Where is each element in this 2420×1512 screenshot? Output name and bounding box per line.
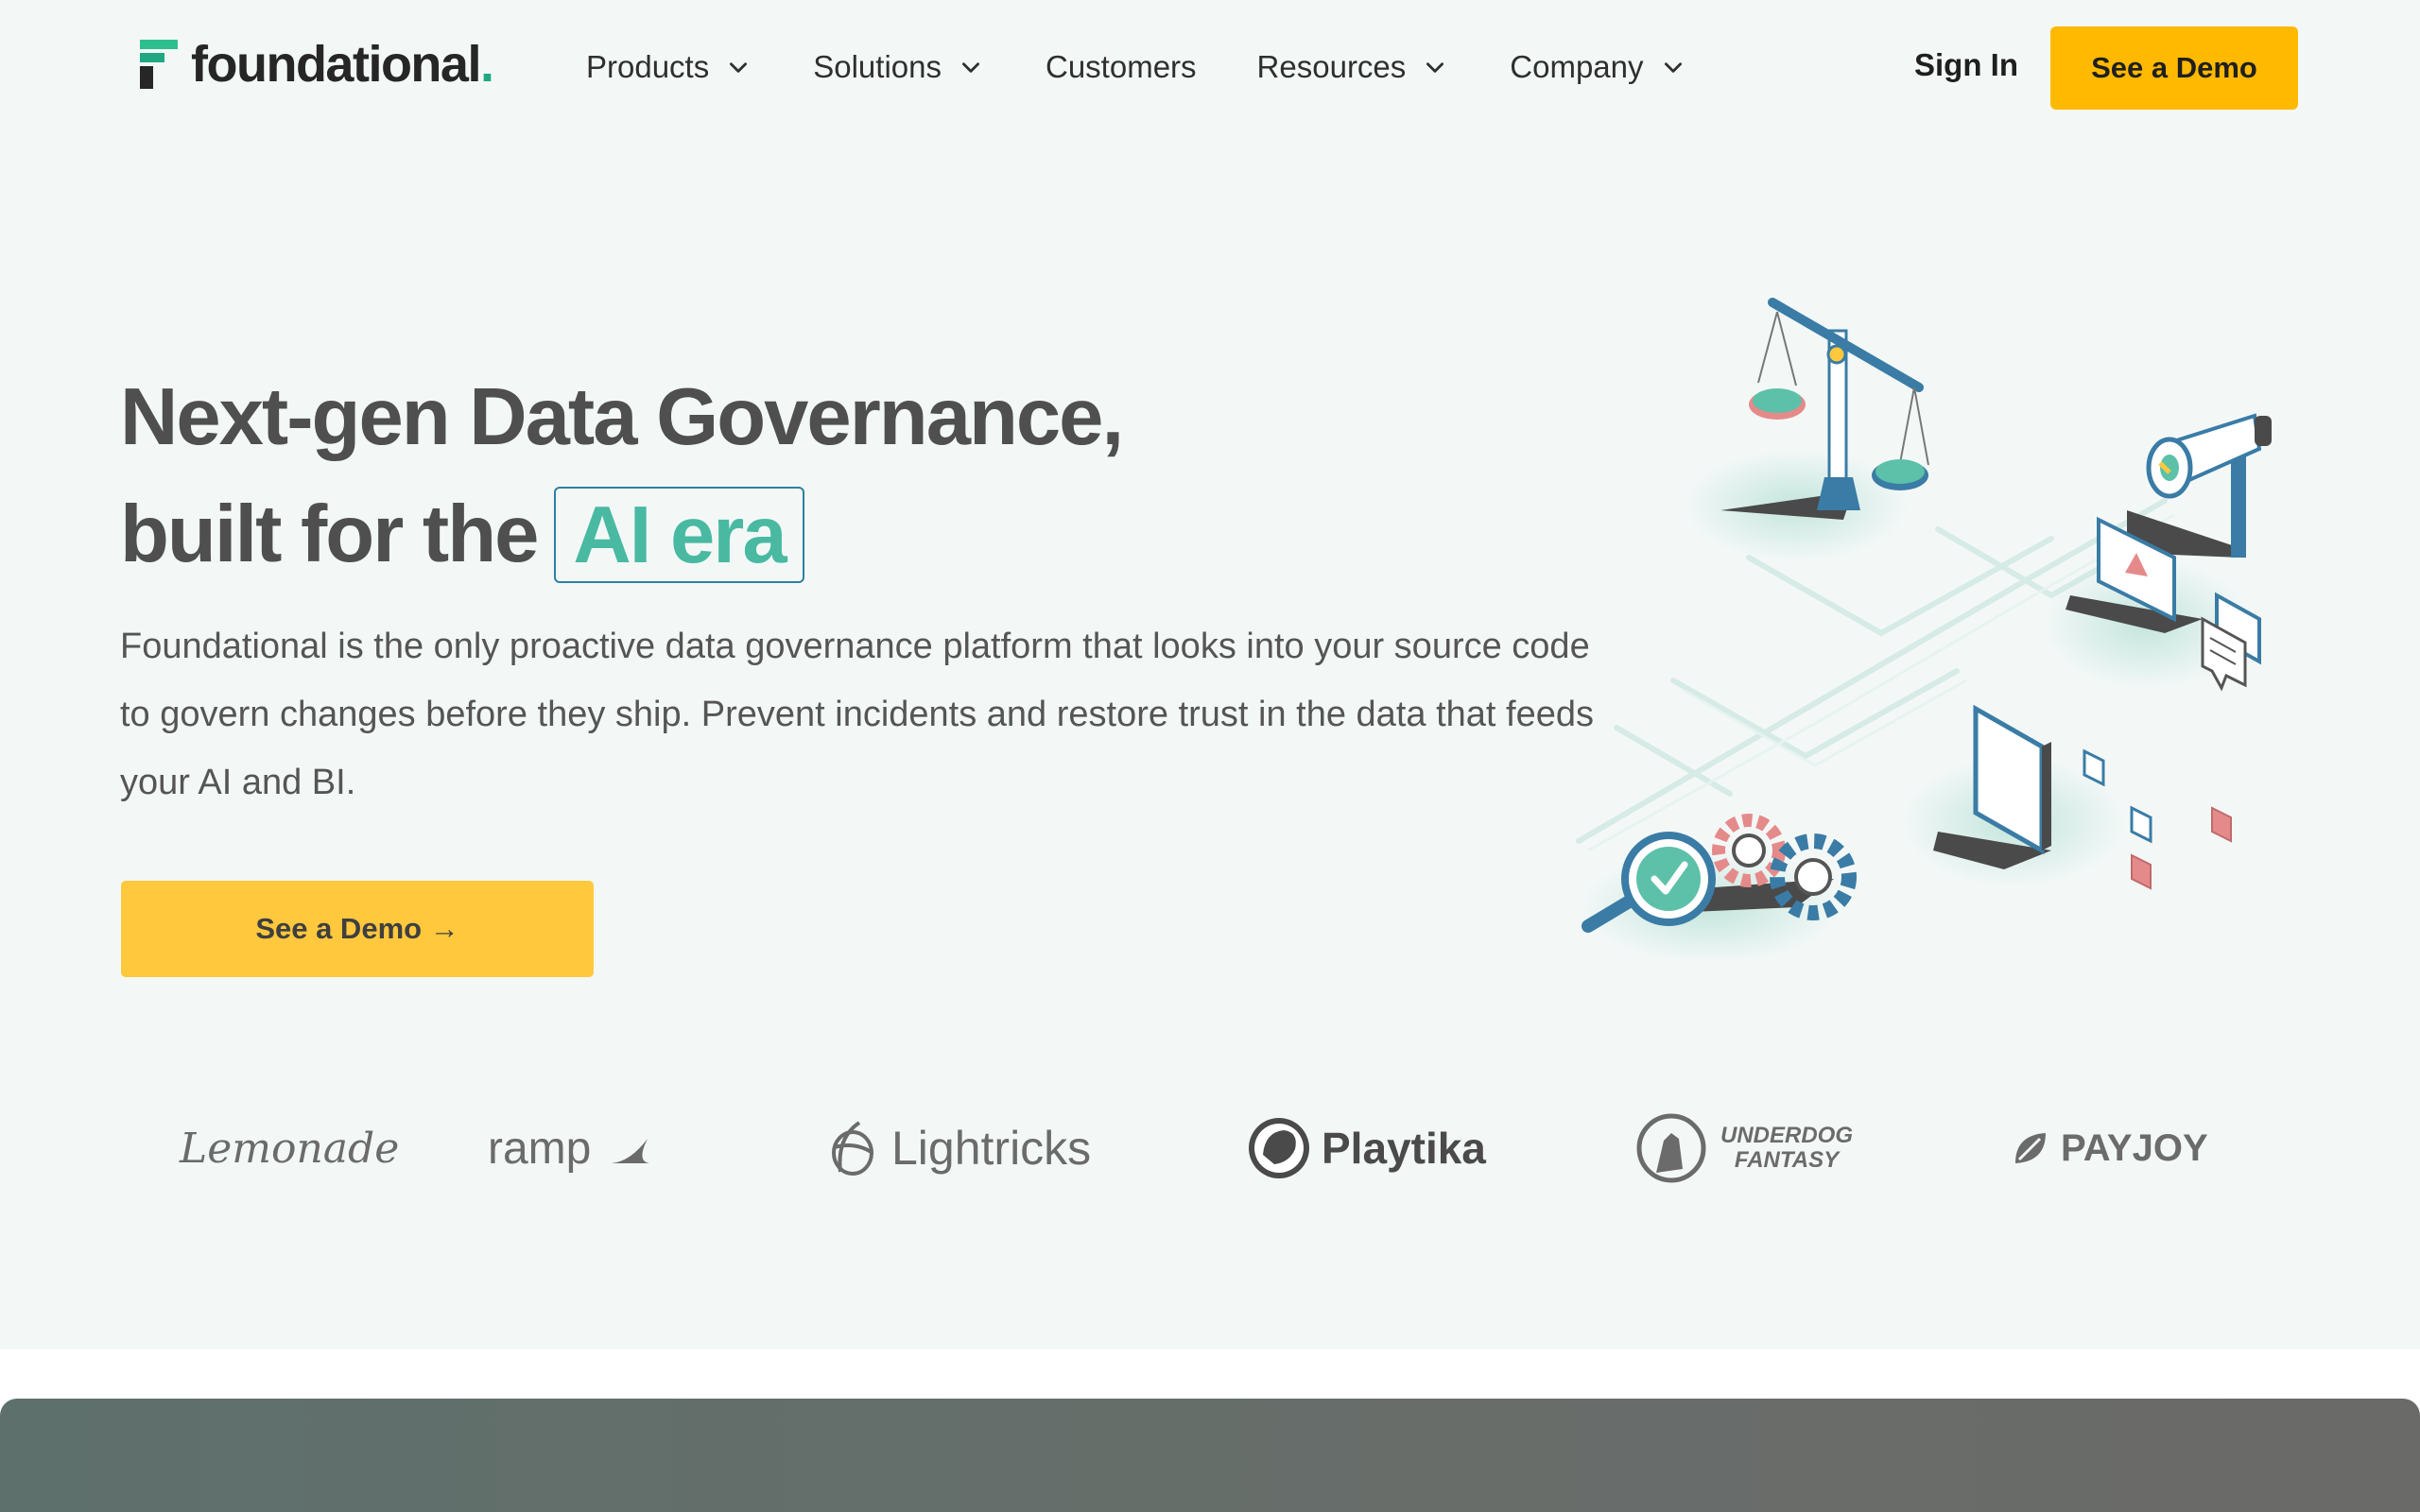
lightricks-logo: Lightricks	[827, 1101, 1091, 1195]
payjoy-logo: PAYJOY	[2012, 1101, 2208, 1195]
chevron-down-icon	[962, 62, 979, 73]
top-navigation: foundational. Products Solutions Custome…	[0, 0, 2420, 134]
ramp-mark-icon	[612, 1139, 650, 1163]
headline-line2: built for the AI era	[120, 476, 1122, 593]
ramp-logo: ramp	[488, 1101, 651, 1195]
payjoy-leaf-icon	[2015, 1133, 2046, 1163]
nav-item-label: Customers	[1046, 49, 1197, 84]
lemonade-logo: Lemonade	[180, 1124, 400, 1173]
underdog-mark-icon	[1636, 1113, 1706, 1183]
underdog-fantasy-logo: UNDERDOG FANTASY	[1635, 1101, 1853, 1195]
nav-item-customers[interactable]: Customers	[1046, 45, 1197, 89]
see-demo-button-nav[interactable]: See a Demo	[2050, 26, 2298, 110]
nav-item-company[interactable]: Company	[1510, 45, 1685, 89]
logo-dot: .	[479, 36, 494, 93]
see-demo-button-hero[interactable]: See a Demo →	[121, 881, 594, 977]
nav-item-resources[interactable]: Resources	[1257, 45, 1448, 89]
playtika-logo: Playtika	[1246, 1101, 1486, 1195]
underdog-line2: FANTASY	[1734, 1147, 1840, 1173]
sign-in-link[interactable]: Sign In	[1914, 47, 2018, 83]
chevron-down-icon	[1426, 62, 1444, 73]
logo-mark-icon	[140, 40, 178, 89]
underdog-line1: UNDERDOG	[1720, 1123, 1854, 1148]
nav-item-label: Solutions	[813, 49, 942, 84]
chevron-down-icon	[1664, 62, 1682, 73]
chevron-down-icon	[730, 62, 748, 73]
headline-highlight: AI era	[554, 487, 804, 583]
main-menu: Products Solutions Customers Resources C…	[586, 45, 1748, 89]
headline-line1: Next-gen Data Governance,	[120, 372, 1124, 462]
nav-item-label: Resources	[1256, 49, 1407, 84]
hero-subtext: Foundational is the only proactive data …	[120, 627, 1594, 802]
governance-illustration	[1576, 298, 2272, 964]
playtika-mark-icon	[1249, 1118, 1309, 1178]
nav-item-label: Products	[586, 49, 710, 84]
customer-logos: Lemonade ramp Lightricks Playtika UNDERD…	[0, 1101, 2420, 1195]
nav-item-label: Company	[1510, 49, 1644, 84]
logo-text: foundational	[191, 36, 481, 93]
lightricks-mark-icon	[832, 1121, 874, 1176]
next-section-panel	[0, 1399, 2420, 1512]
headline-line2-prefix: built for the	[120, 490, 539, 579]
nav-item-products[interactable]: Products	[586, 45, 751, 89]
megaphone-icon	[2127, 413, 2272, 558]
hero-headline: Next-gen Data Governance, built for the …	[120, 359, 1124, 593]
nav-item-solutions[interactable]: Solutions	[813, 45, 983, 89]
foundational-logo[interactable]: foundational.	[140, 36, 494, 93]
